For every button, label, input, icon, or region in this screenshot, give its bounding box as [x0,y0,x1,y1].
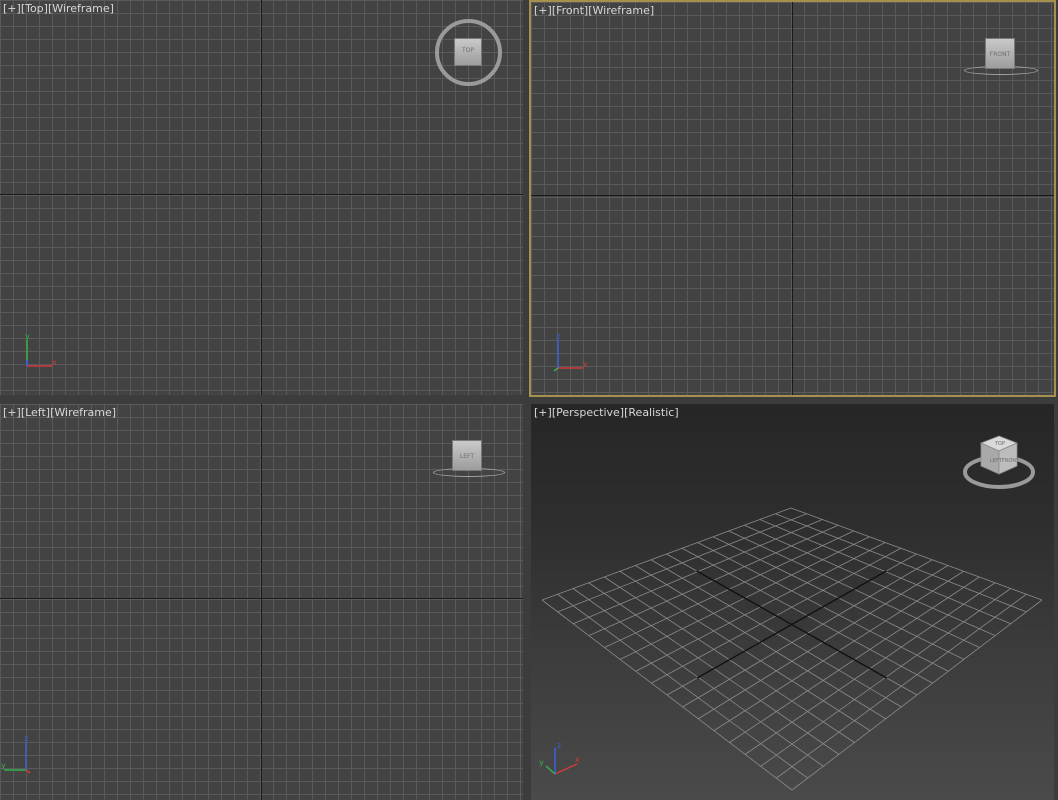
viewcube[interactable]: FRONT [961,34,1041,82]
axis-z-label: z [557,741,561,750]
axis-z-label: z [556,332,560,341]
axis-tripod-icon: x y [25,332,57,367]
view-label-button[interactable]: [Perspective] [552,406,624,419]
grid-line [557,593,808,779]
axis-y-label: y [25,332,30,341]
grid-axis-vertical [261,404,262,800]
grid-axis-horizontal [0,194,523,195]
viewcube[interactable]: LEFT [430,438,510,486]
grid-line [791,599,1043,791]
shading-label-button[interactable]: [Realistic] [624,406,679,419]
grid-axis-horizontal [531,195,1054,196]
axis-x-label: x [583,360,588,369]
axis-tripod-icon: y z [1,734,31,774]
shading-label-button[interactable]: [Wireframe] [48,2,114,15]
grid-axis-horizontal [0,598,523,599]
viewcube-face-left[interactable]: LEFT [452,440,482,471]
viewport-label: [+][Front][Wireframe] [534,4,654,17]
shading-label-button[interactable]: [Wireframe] [588,4,654,17]
axis-y-label: y [539,758,544,767]
axis-z-label: z [24,734,28,743]
viewcube-face-front[interactable]: FRONT [985,38,1015,69]
viewcube-left-label: LEFT [990,458,1003,464]
axis-tripod-icon: x z y [539,741,580,775]
viewport-menu-button[interactable]: [+] [534,4,552,17]
viewport-layout: [+][Top][Wireframe] TOP x y [+][Front][W… [0,0,1058,800]
viewport-menu-button[interactable]: [+] [3,2,21,15]
viewport-menu-button[interactable]: [+] [3,406,21,419]
grid-axis-vertical [261,0,262,395]
view-label-button[interactable]: [Left] [21,406,50,419]
viewcube-face-top[interactable]: TOP [454,38,482,66]
view-label-button[interactable]: [Top] [21,2,48,15]
viewport-label: [+][Top][Wireframe] [3,2,114,15]
viewport-top[interactable]: [+][Top][Wireframe] TOP x y [0,0,523,395]
axis-tripod-icon: x z [553,332,588,372]
viewport-menu-button[interactable]: [+] [534,406,552,419]
view-label-button[interactable]: [Front] [552,4,588,17]
axis-x-label: x [52,358,57,367]
viewport-front[interactable]: [+][Front][Wireframe] FRONT x z [529,0,1056,397]
viewcube[interactable]: LEFT FRONT TOP [959,432,1039,496]
axis-y-label: y [1,761,6,770]
axis-x-label: x [575,755,580,764]
viewport-left[interactable]: [+][Left][Wireframe] LEFT y z [0,404,523,800]
viewport-label: [+][Perspective][Realistic] [534,406,679,419]
viewcube-front-label: FRONT [1002,458,1020,464]
viewcube[interactable]: TOP [434,18,504,88]
viewport-perspective[interactable]: [+][Perspective][Realistic] LEFT FRONT T… [531,404,1054,800]
viewcube-top-label: TOP [994,441,1005,447]
viewport-label: [+][Left][Wireframe] [3,406,116,419]
shading-label-button[interactable]: [Wireframe] [50,406,116,419]
grid-axis-vertical [792,2,793,395]
